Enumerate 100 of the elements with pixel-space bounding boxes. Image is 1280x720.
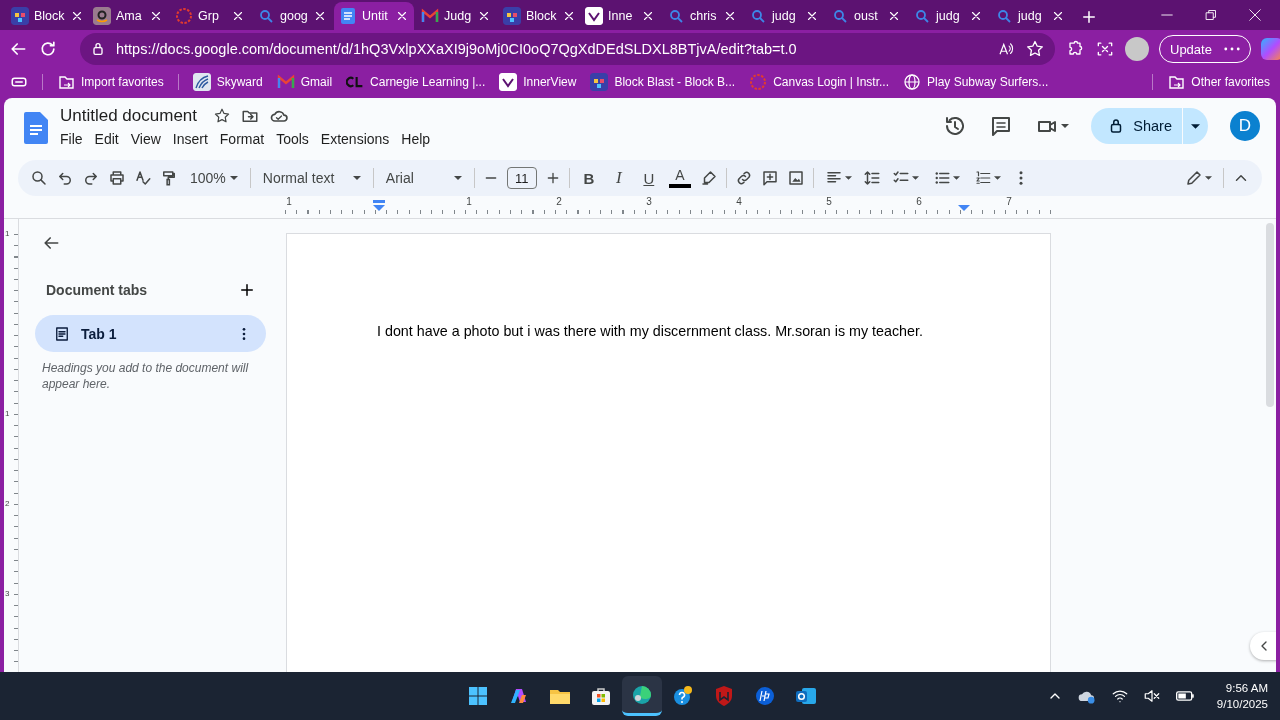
bookmark[interactable]: Canvas Login | Instr...	[749, 73, 889, 91]
indent-marker-icon[interactable]	[373, 200, 385, 212]
caret-icon[interactable]	[952, 176, 960, 180]
wifi-icon[interactable]	[1110, 687, 1129, 705]
ruler-number: 1	[5, 229, 10, 238]
add-comment-icon[interactable]	[760, 169, 779, 187]
star-icon[interactable]	[213, 107, 232, 125]
menu-item[interactable]: File	[60, 129, 89, 149]
menu-item[interactable]: Insert	[166, 129, 214, 149]
system-clock[interactable]: 9:56 AM 9/10/2025	[1216, 680, 1268, 712]
caret-icon[interactable]	[993, 176, 1001, 180]
font-dropdown[interactable]: Arial	[381, 170, 466, 186]
site-icon	[11, 7, 29, 25]
sidebar-hint: Headings you add to the document will appear here.	[42, 360, 250, 392]
close-icon[interactable]	[641, 9, 655, 23]
caret-icon	[352, 176, 361, 180]
menu-item[interactable]: Edit	[88, 129, 125, 149]
close-icon[interactable]	[231, 9, 245, 23]
menu-item[interactable]: Tools	[270, 129, 315, 149]
site-icon	[93, 7, 111, 25]
new-tab-icon[interactable]	[1080, 8, 1098, 26]
caret-icon[interactable]	[1061, 124, 1070, 128]
close-icon[interactable]	[395, 9, 409, 23]
zoom-dropdown[interactable]: 100%	[186, 170, 242, 186]
taskbar-app[interactable]	[622, 676, 662, 716]
close-icon[interactable]	[887, 9, 901, 23]
site-icon	[57, 73, 75, 91]
menu-item[interactable]: Extensions	[314, 129, 396, 149]
close-icon[interactable]	[1246, 6, 1264, 24]
image-icon[interactable]	[786, 169, 805, 187]
caret-icon[interactable]	[844, 176, 852, 180]
address-bar[interactable]: https://docs.google.com/document/d/1hQ3VxlpXXaXI9j9oMj0CI0oQ7QgXdDEdSLDXL8BTjvA/edit?tab=t.0	[80, 33, 1055, 65]
font-size-field[interactable]: 11	[506, 167, 537, 189]
caret-icon[interactable]	[1205, 176, 1212, 180]
bookmark[interactable]: Skyward	[192, 73, 263, 91]
browser-tab[interactable]: Judg	[416, 2, 496, 30]
menu-item[interactable]: View	[124, 129, 167, 149]
text-color-button[interactable]: A	[667, 168, 692, 188]
clock-time: 9:56 AM	[1225, 681, 1268, 696]
menu-item[interactable]: Help	[395, 129, 437, 149]
bookmark[interactable]: InnerView	[499, 73, 577, 91]
profile-avatar[interactable]	[1125, 37, 1149, 61]
bookmark[interactable]: Play Subway Surfers...	[903, 73, 1049, 91]
browser-tab[interactable]: Untit	[334, 2, 414, 30]
browser-tab[interactable]: judg	[908, 2, 988, 30]
document-page[interactable]: I dont have a photo but i was there with my discernment class. Mr.soran is my teacher.	[286, 233, 1051, 672]
document-title[interactable]: Untitled document	[60, 106, 198, 126]
clock-date: 9/10/2025	[1216, 697, 1268, 712]
side-panel-toggle[interactable]	[1250, 632, 1276, 660]
speaker-muted-icon[interactable]	[1142, 687, 1161, 705]
reload-icon[interactable]	[38, 39, 58, 59]
account-avatar[interactable]: D	[1230, 111, 1260, 141]
bookmark[interactable]: Block Blast - Block B...	[590, 73, 736, 91]
browser-tab[interactable]: judg	[744, 2, 824, 30]
bookmark[interactable]: Import favorites	[57, 73, 164, 91]
numbered-list-icon[interactable]	[973, 169, 992, 187]
ruler-number: 1	[5, 409, 10, 418]
menu-item[interactable]: Format	[213, 129, 271, 149]
browser-tab[interactable]: Ama	[88, 2, 168, 30]
browser-tab[interactable]: oust	[826, 2, 906, 30]
style-dropdown[interactable]: Normal text	[258, 170, 365, 186]
site-icon	[499, 73, 518, 91]
browser-tab[interactable]: Grp	[170, 2, 250, 30]
highlighter-icon[interactable]	[699, 169, 718, 187]
bold-button[interactable]: B	[577, 169, 600, 187]
close-icon[interactable]	[805, 9, 819, 23]
print-icon[interactable]	[108, 169, 126, 187]
browser-tab[interactable]: Block	[6, 2, 86, 30]
pencil-icon[interactable]	[1185, 169, 1203, 187]
scrollbar-thumb[interactable]	[1266, 223, 1274, 407]
close-icon[interactable]	[149, 9, 163, 23]
browser-tab[interactable]: Inne	[580, 2, 660, 30]
site-icon	[421, 7, 439, 25]
add-tab-icon[interactable]	[238, 281, 256, 299]
ruler-number: 1	[286, 196, 292, 207]
underline-button[interactable]: U	[637, 169, 660, 187]
bookmark[interactable]: Gmail	[276, 73, 333, 91]
line-spacing-icon[interactable]	[862, 169, 881, 187]
caret-icon[interactable]	[911, 176, 919, 180]
ruler-number: 2	[5, 499, 10, 508]
document-tab[interactable]: Tab 1	[35, 315, 266, 352]
close-icon[interactable]	[477, 9, 491, 23]
browser-tab[interactable]: goog	[252, 2, 332, 30]
site-icon	[257, 7, 275, 25]
italic-button[interactable]: I	[607, 168, 630, 188]
bookmark[interactable]: Carnegie Learning |...	[346, 73, 486, 91]
copilot-icon[interactable]	[1260, 38, 1280, 60]
close-icon[interactable]	[969, 9, 983, 23]
close-icon[interactable]	[1051, 9, 1065, 23]
docs-logo-icon[interactable]	[24, 112, 48, 144]
close-icon[interactable]	[723, 9, 737, 23]
star-icon[interactable]	[1025, 39, 1045, 59]
browser-tab[interactable]: judg	[990, 2, 1070, 30]
paint-format-icon[interactable]	[160, 169, 178, 187]
spellcheck-icon[interactable]	[134, 169, 152, 187]
browser-tab[interactable]: Block	[498, 2, 578, 30]
other-favorites[interactable]: Other favorites	[1167, 73, 1270, 91]
browser-tab[interactable]: chris	[662, 2, 742, 30]
close-icon[interactable]	[313, 9, 327, 23]
search-icon[interactable]	[30, 169, 48, 187]
